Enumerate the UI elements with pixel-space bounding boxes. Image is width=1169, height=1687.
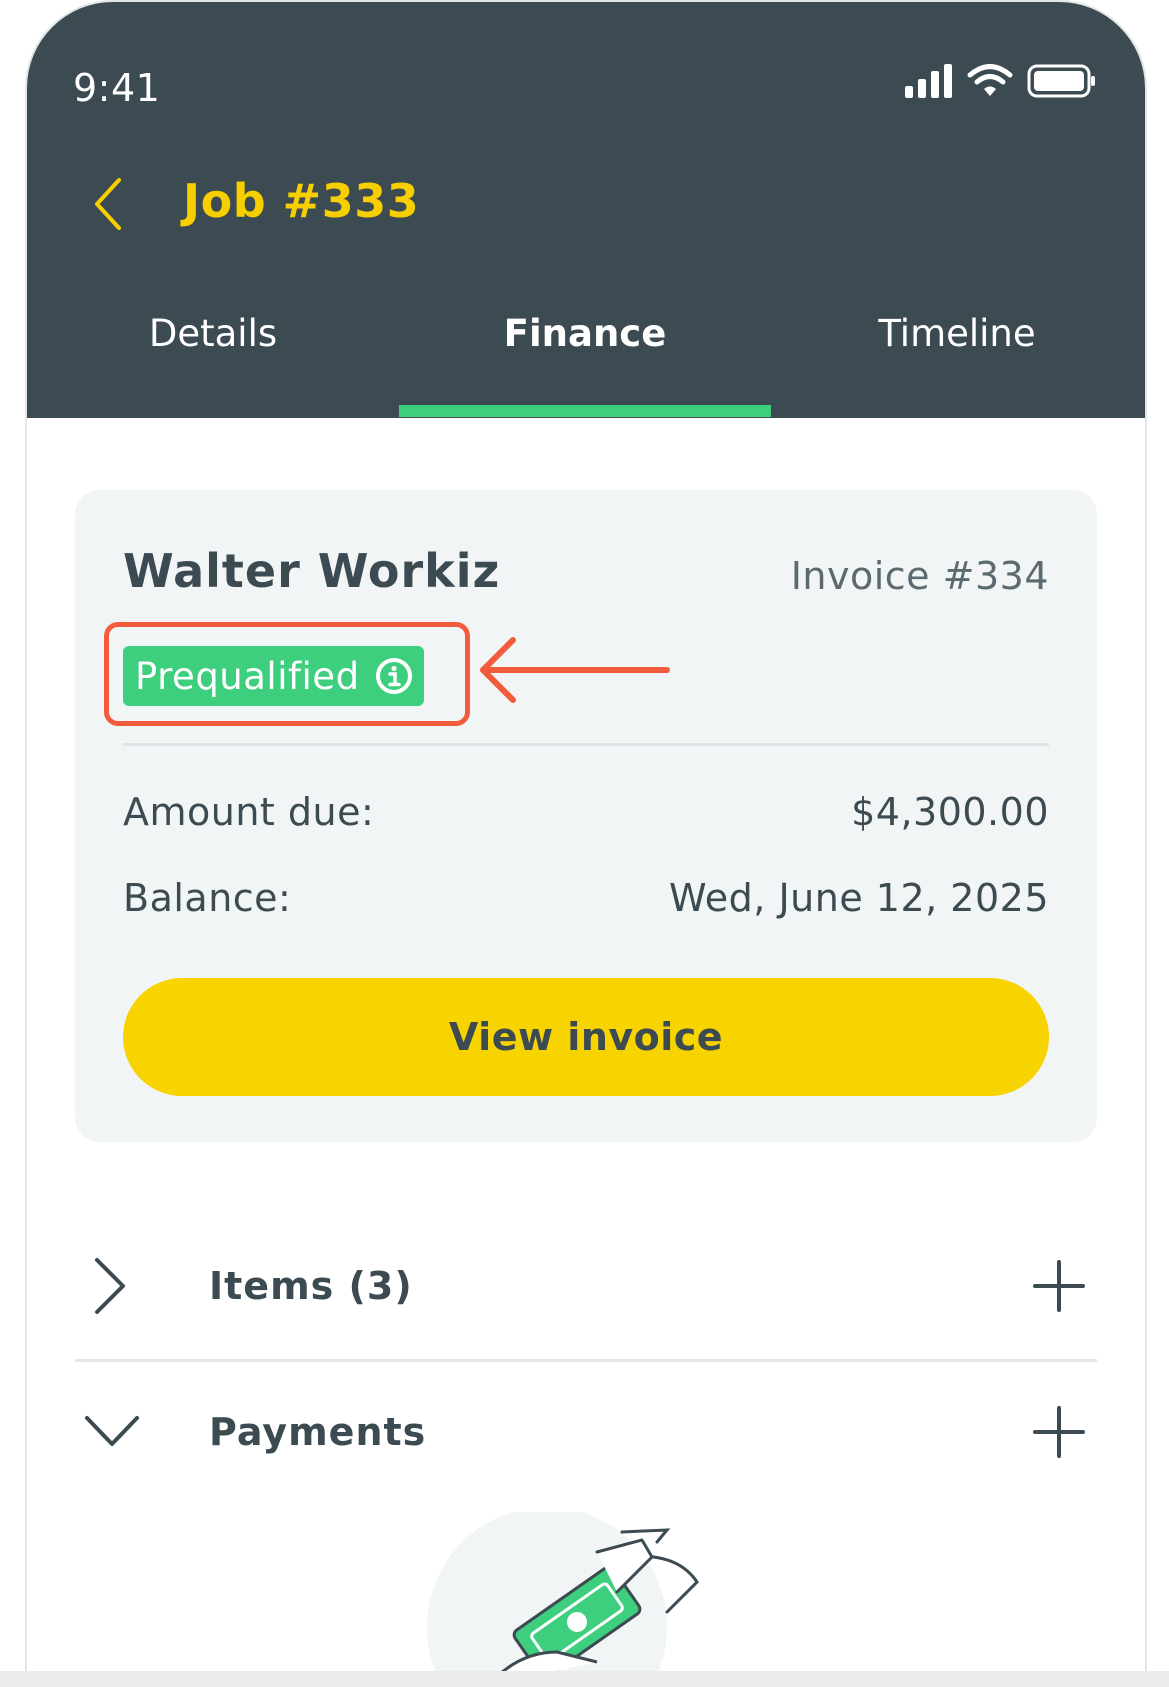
annotation-arrow-icon	[480, 637, 670, 703]
bottom-bar	[0, 1671, 1169, 1687]
invoice-number: Invoice #334	[790, 554, 1049, 598]
status-icons	[905, 64, 1097, 98]
card-divider	[123, 743, 1049, 746]
wifi-icon	[967, 64, 1013, 96]
invoice-card: Walter Workiz Invoice #334 Prequalified …	[75, 490, 1097, 1142]
tab-timeline[interactable]: Timeline	[771, 312, 1143, 355]
status-time: 9:41	[73, 66, 161, 110]
tab-bar: Details Finance Timeline	[27, 302, 1145, 418]
tab-finance[interactable]: Finance	[399, 312, 771, 355]
items-section-label: Items (3)	[209, 1264, 413, 1308]
plus-icon[interactable]	[1031, 1258, 1087, 1314]
plus-icon[interactable]	[1031, 1404, 1087, 1460]
payment-illustration-icon	[427, 1512, 699, 1687]
chevron-left-icon[interactable]	[89, 174, 129, 234]
tab-details[interactable]: Details	[27, 312, 399, 355]
section-divider	[75, 1359, 1097, 1362]
badge-label: Prequalified	[135, 654, 360, 698]
active-tab-indicator	[399, 405, 771, 417]
balance-value: Wed, June 12, 2025	[668, 876, 1049, 920]
cellular-signal-icon	[905, 64, 952, 98]
nav-row: Job #333	[27, 170, 1145, 240]
customer-name: Walter Workiz	[123, 544, 501, 598]
page-title: Job #333	[183, 174, 420, 228]
info-icon[interactable]	[374, 656, 414, 696]
phone-frame: 9:41 Job #333 Details Finance Timeline W…	[27, 2, 1145, 1687]
balance-label: Balance:	[123, 876, 292, 920]
chevron-right-icon[interactable]	[83, 1256, 133, 1316]
payments-section-row[interactable]: Payments	[75, 1380, 1097, 1490]
amount-due-label: Amount due:	[123, 790, 375, 834]
prequalified-badge[interactable]: Prequalified	[123, 646, 424, 706]
payments-section-label: Payments	[209, 1410, 427, 1454]
items-section-row[interactable]: Items (3)	[75, 1234, 1097, 1344]
battery-icon	[1027, 64, 1095, 98]
chevron-down-icon[interactable]	[83, 1406, 141, 1456]
view-invoice-button[interactable]: View invoice	[123, 978, 1049, 1096]
amount-due-value: $4,300.00	[851, 790, 1049, 834]
app-header: 9:41 Job #333 Details Finance Timeline	[27, 2, 1145, 418]
